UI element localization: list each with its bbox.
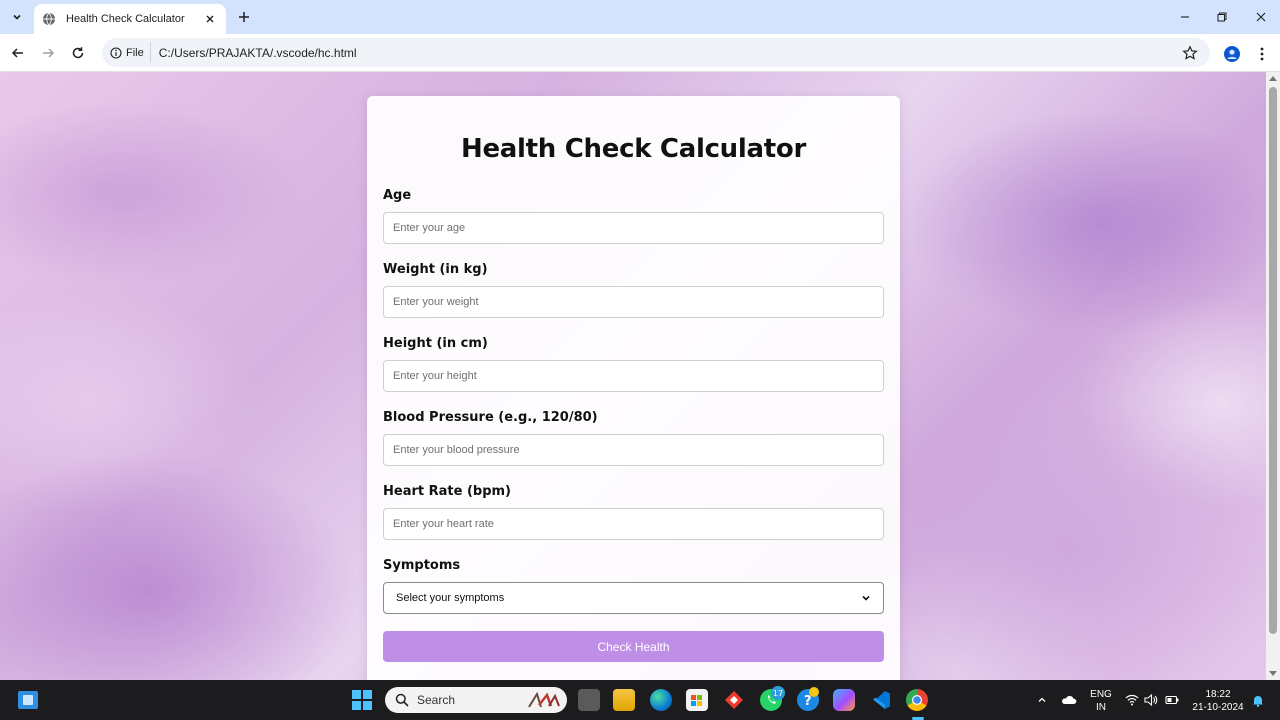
site-chip-label: File [126,46,144,59]
height-input[interactable] [383,360,884,392]
clock[interactable]: 18:22 21-10-2024 [1188,688,1248,714]
active-tab[interactable]: Health Check Calculator [34,4,226,34]
task-view-icon[interactable] [578,689,600,711]
onedrive-icon[interactable] [1061,692,1077,708]
weight-input[interactable] [383,286,884,318]
blood-pressure-label: Blood Pressure (e.g., 120/80) [383,410,598,425]
arrow-left-icon [11,48,23,58]
region-code: IN [1096,702,1106,713]
symptoms-label: Symptoms [383,558,461,573]
reload-icon [72,47,84,59]
close-icon [1256,12,1266,22]
chevron-down-icon [13,14,21,20]
heart-rate-label: Heart Rate (bpm) [383,484,512,499]
browser-tab-bar: Health Check Calculator [0,0,1280,34]
battery-icon[interactable] [1164,692,1180,708]
blood-pressure-input[interactable] [383,434,884,466]
chevron-up-icon[interactable] [1034,692,1050,708]
clock-time: 18:22 [1205,689,1231,700]
address-bar[interactable]: File C:/Users/PRAJAKTA/.vscode/hc.html [102,38,1210,67]
health-form-card: Health Check Calculator Age Weight (in k… [367,96,900,680]
globe-icon [42,12,56,26]
start-button[interactable] [352,690,372,710]
arrow-right-icon [43,48,55,58]
language-indicator[interactable]: ENG IN [1088,688,1114,714]
age-input[interactable] [383,212,884,244]
check-health-button[interactable]: Check Health [383,631,884,662]
page-scrollbar[interactable] [1266,72,1280,680]
restore-button[interactable] [1213,8,1231,26]
search-highlight-icon [528,691,560,708]
help-notification-dot [809,687,819,697]
tab-title: Health Check Calculator [66,13,185,25]
reload-button[interactable] [68,43,88,63]
clock-date: 21-10-2024 [1192,702,1244,713]
browser-toolbar: File C:/Users/PRAJAKTA/.vscode/hc.html [0,34,1280,72]
vscode-icon[interactable] [870,689,892,711]
restore-icon [1217,12,1227,22]
more-vertical-icon [1260,47,1264,61]
language-code: ENG [1090,689,1112,700]
close-window-button[interactable] [1252,8,1270,26]
chevron-down-icon [861,593,871,603]
profile-button[interactable] [1222,44,1242,64]
symptoms-select[interactable]: Select your symptoms [383,582,884,614]
widgets-icon[interactable] [18,691,38,709]
forward-button[interactable] [38,43,58,63]
height-label: Height (in cm) [383,336,488,351]
microsoft-store-icon[interactable] [686,689,708,711]
notification-bell-icon[interactable] [1250,692,1266,708]
page-viewport: Health Check Calculator Age Weight (in k… [0,72,1266,680]
info-icon [110,46,122,59]
browser-menu-button[interactable] [1254,44,1270,64]
file-explorer-icon[interactable] [613,689,635,711]
new-tab-button[interactable] [234,7,254,27]
plus-icon [239,12,249,22]
back-button[interactable] [8,43,28,63]
minimize-icon [1181,16,1189,18]
search-icon [395,693,409,707]
windows-logo-icon [352,690,361,699]
site-info-chip[interactable]: File [110,42,151,63]
url-text: C:/Users/PRAJAKTA/.vscode/hc.html [158,45,357,60]
age-label: Age [383,188,412,203]
chrome-icon[interactable] [906,689,928,711]
anydesk-icon[interactable] [723,689,745,711]
bookmark-star-icon[interactable] [1182,45,1198,61]
windows-taskbar: Search 17 ? ENG IN 18:22 21-10-2024 [0,680,1280,720]
page-title: Health Check Calculator [461,134,806,164]
close-tab-icon[interactable] [202,11,218,27]
weight-label: Weight (in kg) [383,262,488,277]
scroll-down-arrow-icon[interactable] [1269,671,1277,676]
whatsapp-badge: 17 [771,686,785,700]
minimize-button[interactable] [1176,8,1194,26]
taskbar-search-label: Search [417,693,456,707]
scroll-up-arrow-icon[interactable] [1269,76,1277,81]
scroll-thumb[interactable] [1269,87,1277,634]
taskbar-search[interactable]: Search [385,687,567,713]
profile-icon [1224,46,1240,62]
symptoms-selected-value: Select your symptoms [396,592,505,604]
heart-rate-input[interactable] [383,508,884,540]
tab-search-menu-button[interactable] [6,6,28,28]
copilot-icon[interactable] [833,689,855,711]
wifi-icon[interactable] [1124,692,1140,708]
edge-icon[interactable] [650,689,672,711]
volume-icon[interactable] [1143,692,1159,708]
